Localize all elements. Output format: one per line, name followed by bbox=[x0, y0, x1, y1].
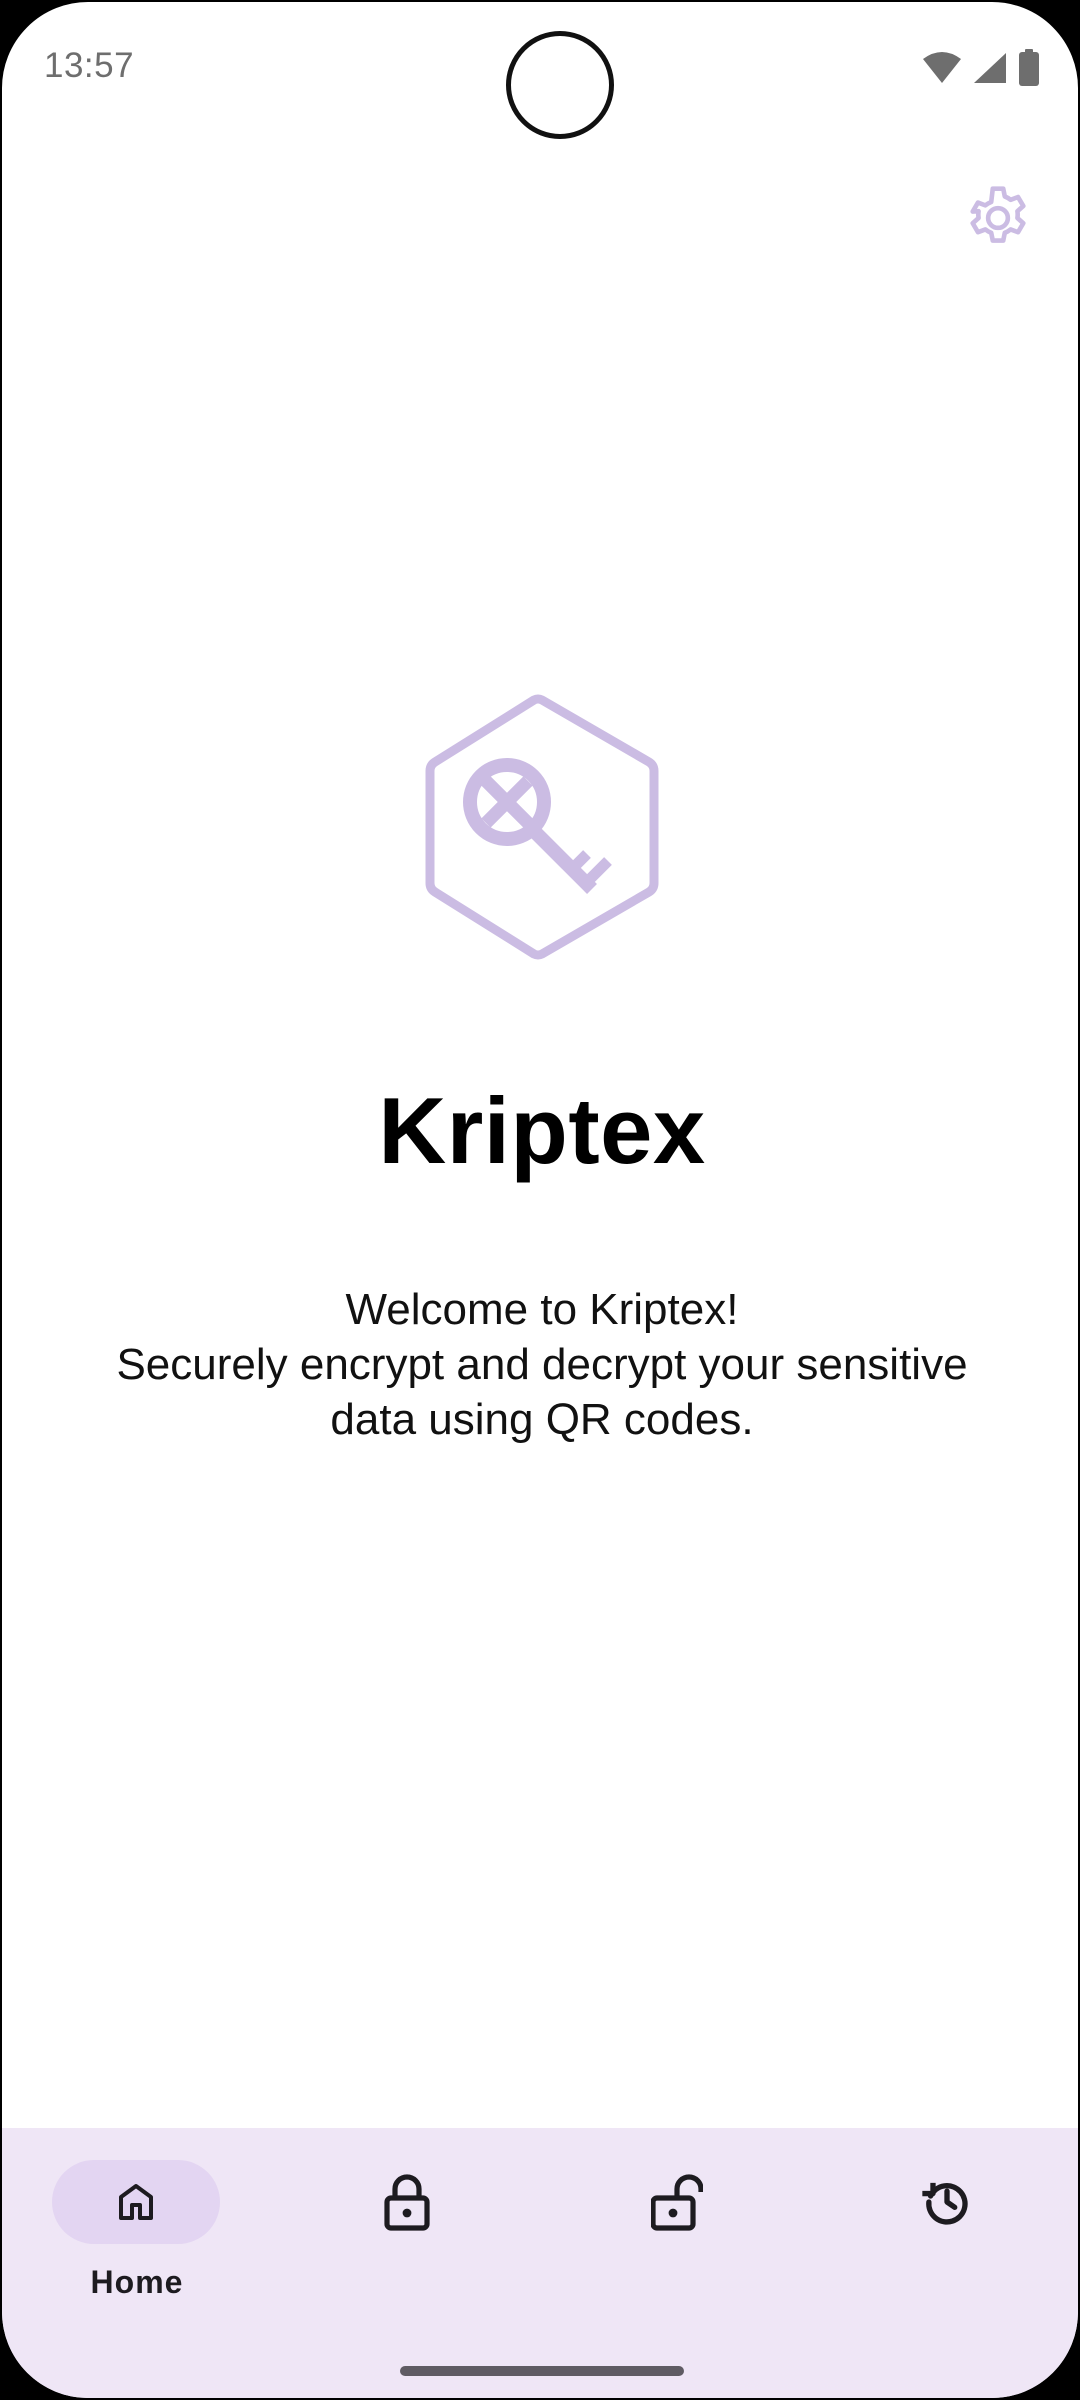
battery-icon bbox=[1019, 49, 1039, 86]
gear-icon bbox=[970, 186, 1026, 243]
status-icons bbox=[922, 49, 1040, 86]
home-icon bbox=[119, 2184, 153, 2220]
camera-cutout bbox=[506, 31, 614, 139]
cellular-signal-icon bbox=[974, 53, 1006, 83]
welcome-message: Welcome to Kriptex! Securely encrypt and… bbox=[62, 1282, 1022, 1447]
app-title: Kriptex bbox=[378, 1078, 706, 1183]
nav-active-indicator bbox=[52, 2160, 220, 2244]
history-icon bbox=[922, 2182, 968, 2225]
nav-item-decrypt[interactable] bbox=[542, 2128, 812, 2328]
welcome-line: Welcome to Kriptex! bbox=[345, 1285, 739, 1334]
hexagon-key-icon bbox=[425, 694, 659, 960]
welcome-line: Securely encrypt and decrypt your sensit… bbox=[116, 1340, 968, 1389]
welcome-line: data using QR codes. bbox=[330, 1395, 754, 1444]
nav-item-encrypt[interactable] bbox=[272, 2128, 542, 2328]
nav-item-history[interactable] bbox=[812, 2128, 1078, 2328]
wifi-icon bbox=[923, 52, 961, 83]
unlock-icon bbox=[651, 2174, 703, 2231]
status-bar: 13:57 bbox=[2, 2, 1078, 139]
phone-screen: 13:57 Kriptex Welcome to Kriptex! Secure… bbox=[0, 0, 1080, 2400]
lock-icon bbox=[384, 2174, 430, 2231]
nav-item-home[interactable]: Home bbox=[2, 2128, 272, 2328]
status-time: 13:57 bbox=[44, 46, 135, 85]
home-indicator[interactable] bbox=[400, 2366, 684, 2376]
nav-label-home: Home bbox=[90, 2264, 184, 2300]
bottom-navigation: Home bbox=[2, 2128, 1078, 2398]
settings-button[interactable] bbox=[958, 178, 1038, 258]
